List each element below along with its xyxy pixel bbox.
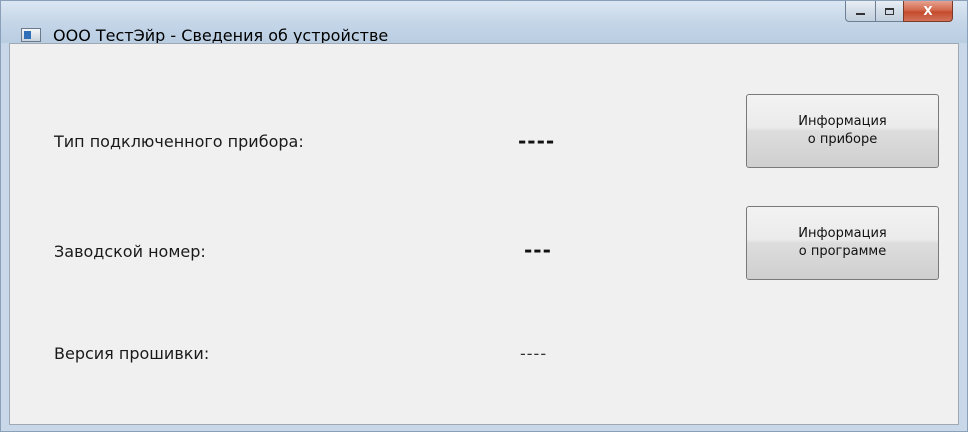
close-icon: X — [923, 4, 933, 18]
close-button[interactable]: X — [903, 1, 953, 22]
device-info-button[interactable]: Информация о приборе — [746, 94, 939, 168]
program-info-button-line2: о программе — [798, 244, 887, 259]
title-bar[interactable]: ООО ТестЭйр - Сведения об устройстве X — [1, 1, 967, 45]
minimize-button[interactable] — [845, 1, 875, 22]
firmware-version-label: Версия прошивки: — [54, 344, 210, 363]
maximize-icon — [885, 7, 894, 15]
maximize-button[interactable] — [875, 1, 903, 22]
minimize-icon — [856, 13, 865, 15]
program-info-button-line1: Информация — [798, 226, 887, 241]
client-area: Тип подключенного прибора: ---- Заводско… — [9, 43, 959, 425]
device-type-label: Тип подключенного прибора: — [54, 132, 304, 151]
device-info-button-line1: Информация — [798, 114, 887, 129]
app-window: ООО ТестЭйр - Сведения об устройстве X Т… — [0, 0, 968, 432]
device-type-value: ---- — [518, 129, 556, 153]
firmware-version-value: ---- — [520, 344, 548, 363]
program-info-button[interactable]: Информация о программе — [746, 206, 939, 280]
serial-number-label: Заводской номер: — [54, 242, 206, 261]
device-info-button-line2: о приборе — [807, 132, 878, 147]
caption-buttons: X — [845, 1, 953, 23]
serial-number-value: --- — [524, 238, 552, 262]
app-icon — [21, 28, 41, 42]
